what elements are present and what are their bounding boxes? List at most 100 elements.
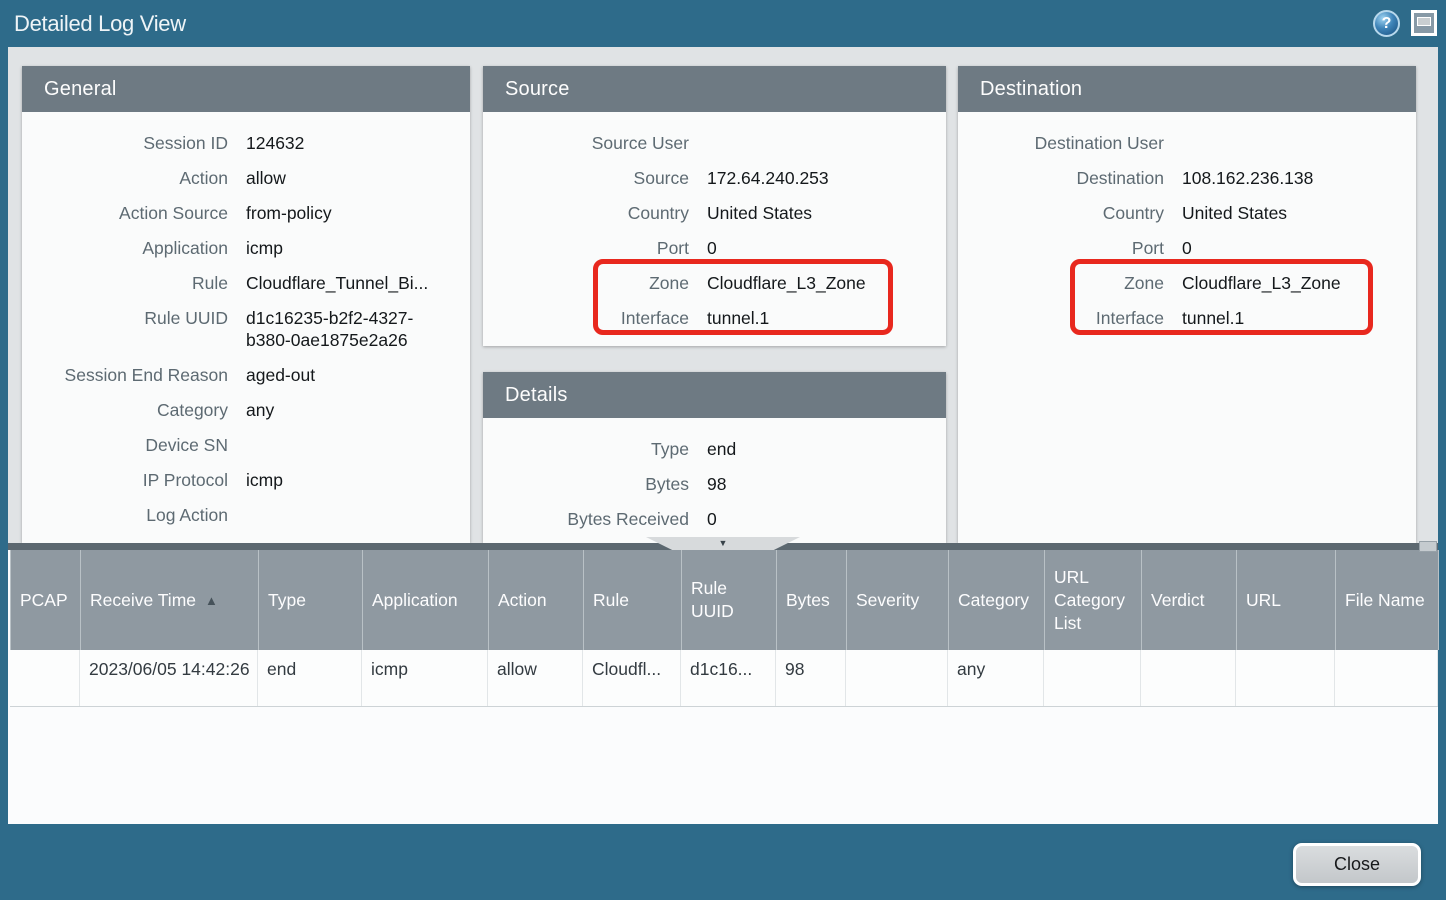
cell-severity	[846, 650, 948, 706]
field-label: Rule UUID	[22, 301, 228, 358]
field-value	[246, 428, 456, 463]
splitter-drag-handle[interactable]: ▼	[646, 537, 800, 550]
field-row-source-user: Source User	[483, 126, 946, 161]
field-value	[1182, 126, 1402, 161]
field-label: IP Protocol	[22, 463, 228, 498]
field-label: Session ID	[22, 126, 228, 161]
destination-panel-title: Destination	[958, 66, 1416, 112]
field-row-destination-user: Destination User	[958, 126, 1416, 161]
field-label: Generated Time	[22, 533, 228, 543]
field-label: Rule	[22, 266, 228, 301]
field-value: d1c16235-b2f2-4327-b380-0ae1875e2a26	[246, 301, 456, 358]
column-label: Bytes	[786, 589, 830, 612]
field-label: Action Source	[22, 196, 228, 231]
field-label: Category	[22, 393, 228, 428]
field-value: end	[707, 432, 932, 467]
field-row-application: Applicationicmp	[22, 231, 470, 266]
column-label: PCAP	[20, 589, 68, 612]
column-header-severity[interactable]: Severity	[847, 550, 949, 650]
log-table-header: PCAP Receive Time ▲ Type Application Acti…	[10, 550, 1438, 650]
column-header-bytes[interactable]: Bytes	[777, 550, 847, 650]
column-header-type[interactable]: Type	[259, 550, 363, 650]
detail-panels-area: General Session ID124632 Actionallow Act…	[8, 47, 1438, 543]
column-header-file-name[interactable]: File Name	[1336, 550, 1439, 650]
column-header-action[interactable]: Action	[489, 550, 584, 650]
field-value: icmp	[246, 463, 456, 498]
column-label: File Name	[1345, 589, 1425, 612]
general-panel-title: General	[22, 66, 470, 112]
cell-file-name	[1335, 650, 1438, 706]
cell-type: end	[258, 650, 362, 706]
field-value: 108.162.236.138	[1182, 161, 1402, 196]
column-header-url-category-list[interactable]: URL Category List	[1045, 550, 1142, 650]
column-label: Action	[498, 589, 547, 612]
field-row-generated-time: Generated Time2023/06/05 14:42:26	[22, 533, 470, 543]
field-row-destination-port: Port0	[958, 231, 1416, 266]
field-row-source-port: Port0	[483, 231, 946, 266]
column-label: Verdict	[1151, 589, 1205, 612]
dialog-title: Detailed Log View	[14, 11, 186, 37]
source-panel-title: Source	[483, 66, 946, 112]
field-label: Port	[958, 231, 1164, 266]
field-label: Application	[22, 231, 228, 266]
field-value: 0	[707, 502, 932, 537]
details-panel: Details Typeend Bytes98 Bytes Received 0	[483, 372, 946, 543]
column-header-url[interactable]: URL	[1237, 550, 1336, 650]
field-value: 0	[707, 231, 932, 266]
column-label: URL	[1246, 589, 1281, 612]
field-value: Cloudflare_L3_Zone	[1182, 266, 1402, 301]
field-row-destination-interface: Interfacetunnel.1	[958, 301, 1416, 336]
field-row-destination: Destination 108.162.236.138	[958, 161, 1416, 196]
field-label: Device SN	[22, 428, 228, 463]
field-label: Action	[22, 161, 228, 196]
field-label: Type	[483, 432, 689, 467]
column-header-rule[interactable]: Rule	[584, 550, 682, 650]
help-glyph: ?	[1382, 15, 1392, 33]
field-value: any	[246, 393, 456, 428]
general-panel-body: Session ID124632 Actionallow Action Sour…	[22, 112, 470, 543]
column-header-category[interactable]: Category	[949, 550, 1045, 650]
field-row-destination-zone: Zone Cloudflare_L3_Zone	[958, 266, 1416, 301]
field-label: Zone	[483, 266, 689, 301]
source-panel: Source Source User Source172.64.240.253 …	[483, 66, 946, 346]
help-icon[interactable]: ?	[1373, 10, 1400, 37]
field-label: Bytes Received	[483, 502, 689, 537]
cell-url	[1236, 650, 1335, 706]
cell-verdict	[1141, 650, 1236, 706]
column-label: URL Category List	[1054, 566, 1135, 635]
column-header-receive-time[interactable]: Receive Time ▲	[81, 550, 259, 650]
column-header-rule-uuid[interactable]: Rule UUID	[682, 550, 777, 650]
details-panel-title: Details	[483, 372, 946, 418]
field-value: United States	[1182, 196, 1402, 231]
window-maximize-icon[interactable]	[1411, 10, 1437, 36]
field-value: United States	[707, 196, 932, 231]
column-label: Rule	[593, 589, 629, 612]
field-row-source: Source172.64.240.253	[483, 161, 946, 196]
field-value: 124632	[246, 126, 456, 161]
field-row-bytes: Bytes98	[483, 467, 946, 502]
column-header-verdict[interactable]: Verdict	[1142, 550, 1237, 650]
close-button[interactable]: Close	[1293, 843, 1421, 886]
cell-url-category-list	[1044, 650, 1141, 706]
field-label: Source User	[483, 126, 689, 161]
field-row-device-sn: Device SN	[22, 428, 470, 463]
column-label: Receive Time	[90, 589, 196, 612]
destination-panel-body: Destination User Destination 108.162.236.…	[958, 112, 1416, 336]
log-table: PCAP Receive Time ▲ Type Application Acti…	[8, 550, 1438, 824]
field-row-session-end-reason: Session End Reasonaged-out	[22, 358, 470, 393]
source-panel-body: Source User Source172.64.240.253 Country…	[483, 112, 946, 336]
table-scrollbar-corner[interactable]	[1419, 541, 1437, 552]
field-label: Zone	[958, 266, 1164, 301]
field-label: Destination	[958, 161, 1164, 196]
sort-ascending-icon: ▲	[205, 589, 218, 612]
column-header-application[interactable]: Application	[363, 550, 489, 650]
field-label: Log Action	[22, 498, 228, 533]
field-row-type: Typeend	[483, 432, 946, 467]
field-row-session-id: Session ID 124632	[22, 126, 470, 161]
panel-table-splitter[interactable]: ▼	[8, 543, 1438, 550]
field-value	[246, 498, 456, 533]
log-table-row[interactable]: 2023/06/05 14:42:26 end icmp allow Cloud…	[10, 650, 1438, 707]
column-header-pcap[interactable]: PCAP	[11, 550, 81, 650]
field-value: aged-out	[246, 358, 456, 393]
field-label: Destination User	[958, 126, 1164, 161]
